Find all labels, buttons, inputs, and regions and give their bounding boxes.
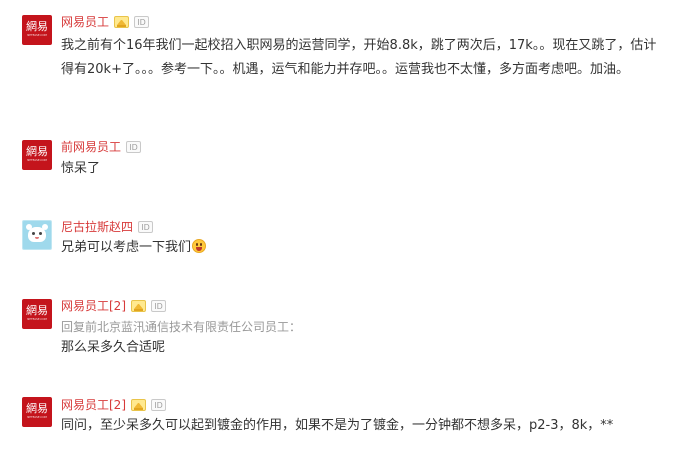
comment-item: 網易 NETEASE.COM 网易员工[2] ID 同问，至少呆多久可以起到镀金的…: [0, 385, 679, 455]
netease-logo: 網易: [26, 402, 48, 415]
comment-item: 網易 NETEASE.COM 前网易员工 ID 惊呆了: [0, 120, 679, 210]
comment-meta: 前网易员工 ID: [61, 136, 142, 155]
id-badge-icon: ID: [151, 398, 166, 411]
avatar[interactable]: [22, 220, 52, 250]
comment-meta: 网易员工[2] ID: [61, 394, 166, 413]
comment-item: 尼古拉斯赵四 ID 兄弟可以考虑一下我们: [0, 205, 679, 290]
comment-text: 惊呆了: [61, 161, 101, 176]
username-link[interactable]: 网易员工[2]: [61, 298, 126, 314]
netease-logo-subtext: NETEASE.COM: [27, 317, 47, 321]
comment-text: 那么呆多久合适呢: [61, 340, 166, 355]
id-badge-icon: ID: [126, 140, 142, 153]
comment-meta: 尼古拉斯赵四 ID: [61, 216, 154, 235]
netease-logo: 網易: [26, 145, 48, 158]
laughing-emoji-icon: [192, 239, 207, 253]
id-badge-icon: ID: [138, 220, 154, 233]
id-badge-icon: ID: [134, 15, 150, 28]
avatar[interactable]: 網易 NETEASE.COM: [22, 15, 52, 45]
comment-text: 同问，至少呆多久可以起到镀金的作用，如果不是为了镀金，一分钟都不想多呆，p2-3…: [61, 418, 614, 433]
netease-logo-subtext: NETEASE.COM: [27, 33, 47, 37]
avatar[interactable]: 網易 NETEASE.COM: [22, 140, 52, 170]
vip-badge-icon: [131, 398, 146, 411]
avatar[interactable]: 網易 NETEASE.COM: [22, 397, 52, 427]
netease-logo: 網易: [26, 20, 48, 33]
reply-to-text: 回复前北京蓝汛通信技术有限责任公司员工：: [61, 320, 302, 334]
comment-meta: 网易员工[2] ID: [61, 295, 166, 314]
username-link[interactable]: 前网易员工: [61, 139, 121, 155]
username-link[interactable]: 尼古拉斯赵四: [61, 219, 133, 235]
vip-badge-icon: [114, 15, 130, 28]
vip-badge-icon: [131, 299, 146, 312]
comment-text: 我之前有个16年我们一起校招入职网易的运营同学，开始8.8k，跳了两次后，17k…: [61, 38, 657, 77]
comment-item: 網易 NETEASE.COM 网易员工[2] ID 回复前北京蓝汛通信技术有限责任…: [0, 285, 679, 385]
username-link[interactable]: 网易员工: [61, 14, 109, 30]
comment-meta: 网易员工 ID: [61, 11, 150, 30]
netease-logo-subtext: NETEASE.COM: [27, 158, 47, 162]
netease-logo-subtext: NETEASE.COM: [27, 415, 47, 419]
comment-text-body: 兄弟可以考虑一下我们: [61, 240, 192, 255]
cartoon-mascot-avatar: [28, 227, 46, 242]
id-badge-icon: ID: [151, 299, 166, 312]
avatar[interactable]: 網易 NETEASE.COM: [22, 299, 52, 329]
netease-logo: 網易: [26, 304, 48, 317]
comment-item: 網易 NETEASE.COM 网易员工 ID 我之前有个16年我们一起校招入职网易…: [0, 0, 679, 120]
username-link[interactable]: 网易员工[2]: [61, 397, 126, 413]
comment-text: 兄弟可以考虑一下我们: [61, 236, 661, 260]
